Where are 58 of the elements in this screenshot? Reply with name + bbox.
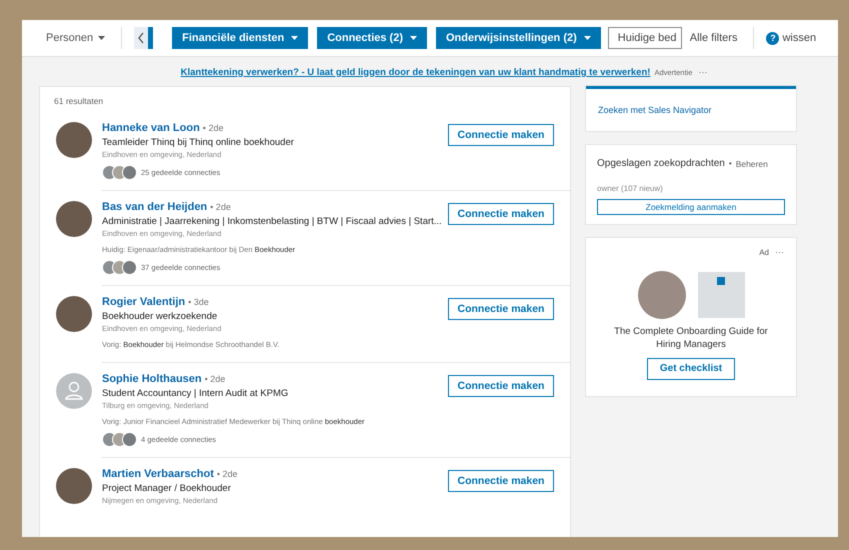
scroll-left-button[interactable]	[134, 27, 148, 49]
caret-icon	[584, 36, 591, 40]
person-name-link[interactable]: Martien Verbaarschot	[102, 468, 214, 480]
more-button[interactable]: ···	[773, 248, 786, 257]
people-dropdown[interactable]: Personen	[42, 32, 110, 44]
connection-degree: • 2de	[216, 469, 238, 479]
person-silhouette-icon	[56, 373, 92, 409]
shared-connection-photos	[102, 165, 137, 180]
connect-button[interactable]: Connectie maken	[448, 375, 554, 397]
connection-degree: • 2de	[202, 123, 224, 133]
shared-connection-photos	[102, 432, 137, 447]
checklist-button[interactable]: Get checklist	[646, 358, 736, 380]
photo-placeholder	[56, 296, 92, 332]
connection-degree: • 2de	[204, 374, 226, 384]
filter-dropdown[interactable]: Onderwijsinstellingen (2)	[436, 27, 601, 49]
connect-button[interactable]: Connectie maken	[448, 203, 554, 225]
manage-link[interactable]: Beheren	[736, 158, 768, 168]
help-icon: ?	[766, 32, 780, 44]
filter-dropdown[interactable]: Connecties (2)	[317, 27, 427, 49]
connect-button[interactable]: Connectie maken	[448, 124, 554, 146]
person-headline: Project Manager / Boekhouder	[102, 483, 232, 494]
ad-label: Ad	[759, 248, 769, 257]
person-headline: Boekhouder werkzoekende	[102, 311, 218, 322]
filter-dropdown[interactable]: Financiële diensten	[172, 27, 308, 49]
caret-icon	[410, 36, 417, 40]
photo-placeholder	[638, 271, 686, 319]
person-headline: Student Accountancy | Intern Audit at KPMG	[102, 388, 290, 399]
photo-placeholder	[56, 122, 92, 158]
results-count: 61 resultaten	[53, 95, 104, 108]
photo-placeholder	[56, 468, 92, 504]
person-headline: Teamleider Thinq bij Thinq online boekhouder	[102, 137, 295, 148]
sales-navigator-link[interactable]: Zoeken met Sales Navigator	[598, 105, 712, 115]
connection-degree: • 3de	[188, 297, 209, 307]
person-name-link[interactable]: Bas van der Heijden	[102, 201, 208, 213]
saved-searches-title: Opgeslagen zoekopdrachten	[597, 158, 725, 169]
create-alert-button[interactable]: Zoekmelding aanmaken	[597, 199, 785, 215]
shared-connection-photos	[102, 260, 137, 275]
connect-button[interactable]: Connectie maken	[448, 470, 554, 492]
chevron-left-icon	[137, 32, 146, 44]
saved-search-item[interactable]: owner (107 nieuw)	[597, 184, 785, 193]
ad-text: The Complete Onboarding Guide for Hiring Managers	[613, 325, 769, 352]
person-name-link[interactable]: Rogier Valentijn	[102, 296, 186, 308]
person-name-link[interactable]: Hanneke van Loon	[102, 122, 200, 134]
filter-chip-edge[interactable]	[148, 27, 154, 49]
connection-degree: • 2de	[210, 202, 231, 212]
more-button[interactable]: ···	[696, 68, 710, 76]
clear-button[interactable]: ? wissen	[766, 32, 816, 44]
separator-dot: •	[728, 159, 732, 168]
photo-placeholder	[56, 201, 92, 237]
all-filters-button[interactable]: Alle filters	[686, 32, 742, 44]
ad-link[interactable]: Klanttekening verwerken? - U laat geld liggen door de tekeningen van uw klant handmatig te verwerken!	[180, 66, 650, 78]
connect-button[interactable]: Connectie maken	[448, 298, 554, 320]
logo-image	[698, 272, 744, 318]
filter-button[interactable]: Huidige bed	[608, 27, 682, 49]
caret-icon	[291, 36, 298, 40]
person-name-link[interactable]: Sophie Holthausen	[102, 373, 202, 385]
person-headline: Administratie | Jaarrekening | Inkomstenbelasting | BTW | Fiscaal advies | Start...	[102, 216, 443, 227]
caret-icon	[98, 36, 106, 40]
